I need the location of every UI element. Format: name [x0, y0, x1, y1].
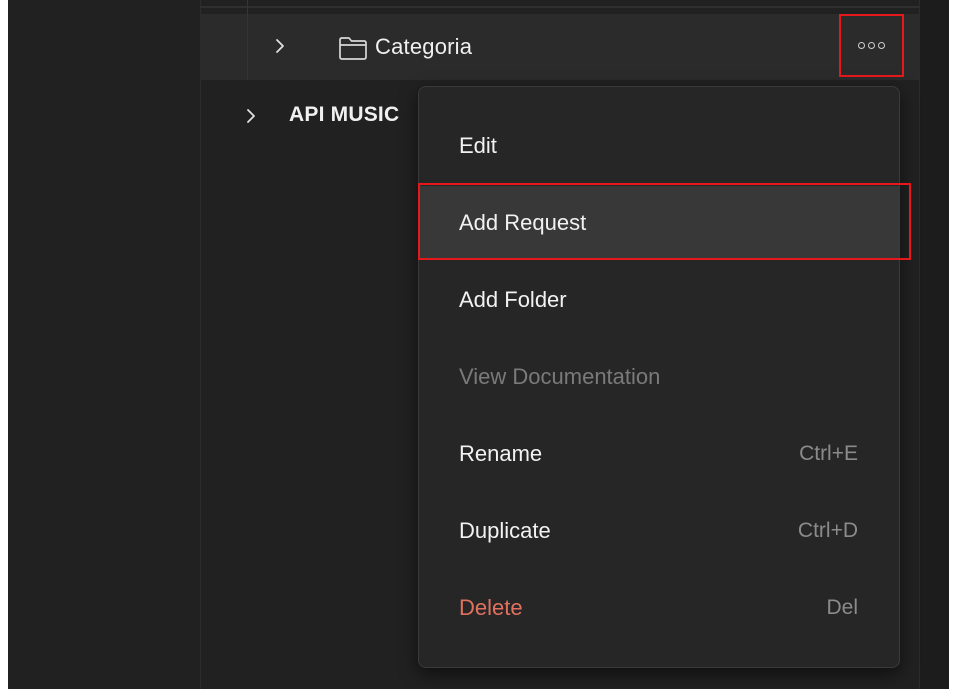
menu-item-duplicate[interactable]: Duplicate Ctrl+D: [419, 494, 899, 568]
context-menu: Edit Add Request Add Folder View Documen…: [418, 86, 900, 668]
screenshot-border-left: [0, 0, 8, 698]
menu-item-shortcut: Ctrl+D: [797, 519, 858, 542]
menu-item-label: Edit: [459, 133, 497, 158]
menu-item-shortcut: Del: [826, 596, 858, 619]
screenshot-border-right: [948, 0, 956, 698]
menu-item-edit[interactable]: Edit: [419, 109, 899, 183]
chevron-right-icon[interactable]: [272, 38, 288, 54]
add-request-highlight: [418, 183, 911, 260]
menu-item-add-folder[interactable]: Add Folder: [419, 263, 899, 337]
menu-item-label: Add Folder: [459, 287, 567, 312]
folder-label[interactable]: Categoria: [375, 34, 472, 60]
menu-item-label: Duplicate: [459, 518, 551, 543]
menu-item-view-documentation: View Documentation: [419, 340, 899, 414]
menu-item-label: Rename: [459, 441, 543, 466]
menu-item-label: View Documentation: [459, 364, 661, 389]
indent-guide: [247, 0, 248, 80]
menu-item-label: Delete: [459, 595, 523, 620]
chevron-right-icon[interactable]: [243, 108, 259, 124]
screenshot-border-bottom: [0, 689, 956, 698]
left-panel: [8, 0, 201, 689]
menu-item-delete[interactable]: Delete Del: [419, 571, 899, 645]
tree-row-categoria[interactable]: [201, 14, 919, 80]
folder-icon: [338, 35, 368, 61]
right-panel-edge: [919, 0, 949, 689]
menu-item-shortcut: Ctrl+E: [799, 442, 858, 465]
more-horizontal-icon: [858, 42, 885, 49]
collection-label[interactable]: API MUSIC: [289, 103, 399, 127]
tree-top-divider: [200, 6, 919, 8]
more-options-button[interactable]: [839, 14, 904, 77]
menu-item-rename[interactable]: Rename Ctrl+E: [419, 417, 899, 491]
